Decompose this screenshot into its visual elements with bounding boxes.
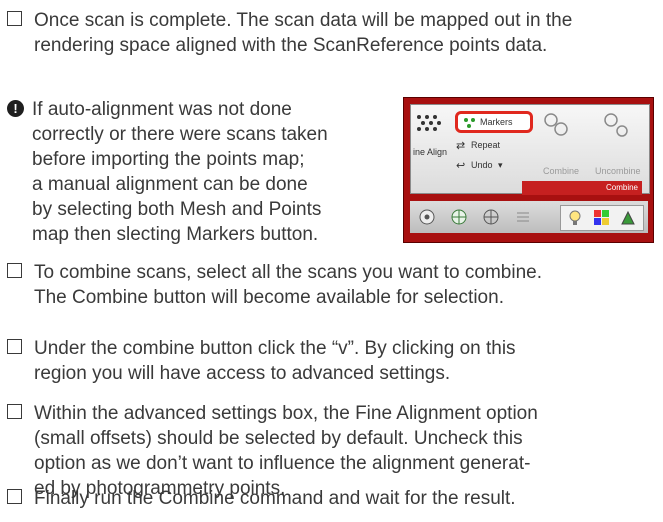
uncombine-label[interactable]: Uncombine xyxy=(595,166,641,176)
grid-icon[interactable] xyxy=(514,208,532,226)
gear-icon[interactable] xyxy=(418,208,436,226)
checkbox[interactable] xyxy=(7,489,22,504)
markers-button[interactable]: Markers xyxy=(455,111,533,133)
exclamation-circle-icon: ! xyxy=(7,100,24,117)
note-item: ! If auto-alignment was not done correct… xyxy=(7,97,328,247)
checkbox[interactable] xyxy=(7,11,22,26)
undo-label[interactable]: Undo xyxy=(471,160,493,170)
lightbulb-icon[interactable] xyxy=(567,209,583,227)
globe-icon[interactable] xyxy=(450,208,468,226)
tool-group xyxy=(560,205,644,231)
fine-align-label: ine Align xyxy=(413,147,448,157)
checkbox[interactable] xyxy=(7,404,22,419)
step-text: To combine scans, select all the scans y… xyxy=(34,262,542,308)
checkbox[interactable] xyxy=(7,263,22,278)
combine-group-label: Combine xyxy=(522,181,642,195)
step-item: Under the combine button click the “v”. … xyxy=(7,336,516,386)
step-item: Once scan is complete. The scan data wil… xyxy=(7,8,572,58)
step-text: Finally run the Combine command and wait… xyxy=(34,488,516,509)
target-icon[interactable] xyxy=(482,208,500,226)
markers-icon xyxy=(464,118,475,128)
combine-label[interactable]: Combine xyxy=(543,166,579,176)
color-grid-icon[interactable] xyxy=(593,209,611,227)
undo-icon: ↩ xyxy=(456,160,466,172)
step-item: Finally run the Combine command and wait… xyxy=(7,486,516,511)
step-text: Once scan is complete. The scan data wil… xyxy=(34,10,573,56)
combine-icon[interactable] xyxy=(542,111,572,139)
step-item: To combine scans, select all the scans y… xyxy=(7,260,542,310)
fine-align-icon xyxy=(417,115,441,131)
toolbar-screenshot: ine Align Markers ⇄ Repeat ↩ Undo ▾ Comb… xyxy=(403,97,654,243)
note-text: If auto-alignment was not done correctly… xyxy=(32,99,328,245)
repeat-icon: ⇄ xyxy=(456,140,466,152)
tool-icon[interactable] xyxy=(619,209,637,227)
step-text: Under the combine button click the “v”. … xyxy=(34,338,516,384)
uncombine-icon[interactable] xyxy=(601,111,631,139)
tool-strip xyxy=(410,201,648,233)
chevron-down-icon[interactable]: ▾ xyxy=(498,160,503,171)
repeat-label[interactable]: Repeat xyxy=(471,140,500,150)
checkbox[interactable] xyxy=(7,339,22,354)
